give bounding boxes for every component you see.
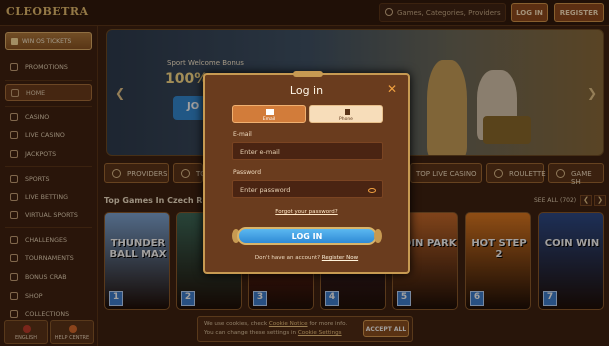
envelope-icon xyxy=(266,109,274,115)
password-field[interactable]: Enter password xyxy=(232,180,383,198)
password-label: Password xyxy=(233,169,262,176)
email-field[interactable]: Enter e-mail xyxy=(232,142,383,160)
forgot-password-link[interactable]: Forgot your password? xyxy=(205,209,408,215)
register-now-link[interactable]: Register Now xyxy=(322,255,358,261)
tab-label: Phone xyxy=(339,117,353,122)
eye-icon[interactable] xyxy=(368,188,376,193)
modal-ornament xyxy=(293,71,323,77)
tab-label: Email xyxy=(262,117,276,122)
no-account-text: Don't have an account? xyxy=(254,255,321,261)
login-modal: Log in ✕ Email Phone E-mail Enter e-mail… xyxy=(203,71,410,274)
button-ornament-right xyxy=(374,229,382,243)
tab-phone[interactable]: Phone xyxy=(309,105,383,123)
close-icon[interactable]: ✕ xyxy=(387,82,397,96)
tab-email[interactable]: Email xyxy=(232,105,306,123)
modal-title: Log in xyxy=(289,84,324,97)
register-prompt: Don't have an account? Register Now xyxy=(205,255,408,261)
email-label: E-mail xyxy=(233,131,252,138)
login-submit-button[interactable]: LOG IN xyxy=(237,227,377,245)
phone-icon xyxy=(345,109,350,115)
